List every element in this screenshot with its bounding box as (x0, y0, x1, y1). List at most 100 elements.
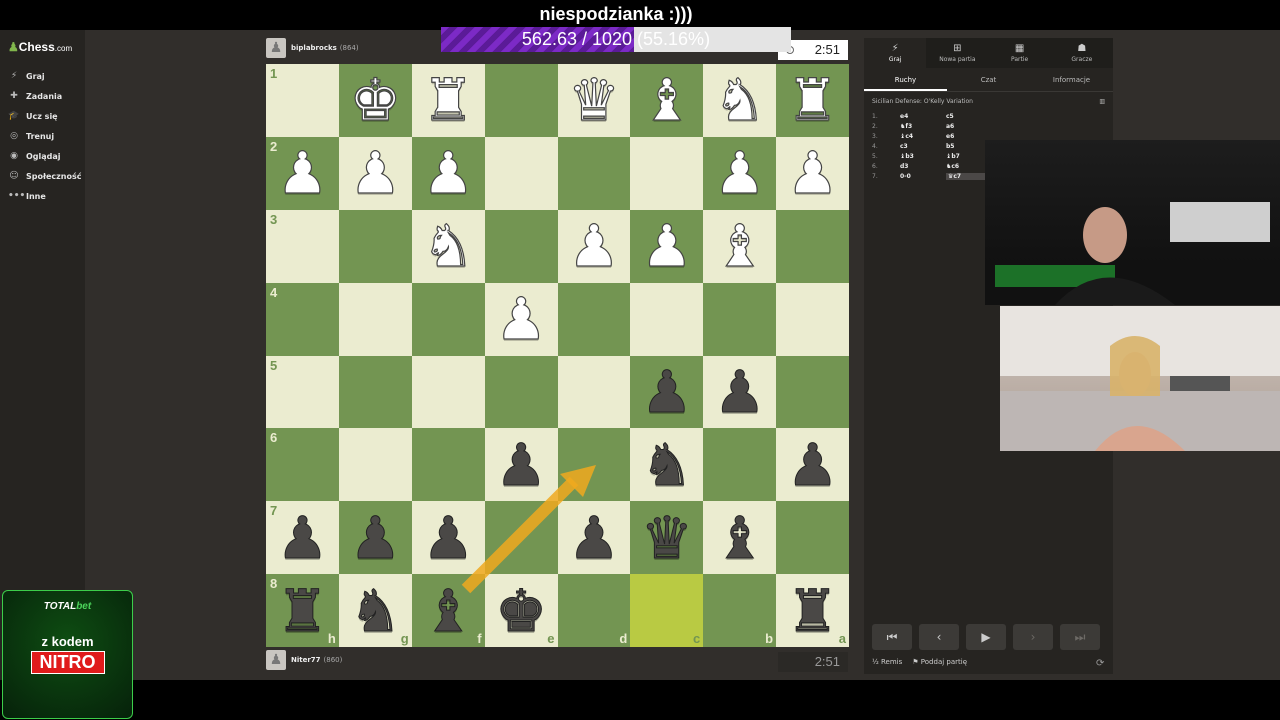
black-pawn-icon[interactable]: ♟ (786, 435, 839, 494)
next-move-button[interactable]: › (1013, 624, 1053, 650)
black-rook-icon[interactable]: ♜ (276, 581, 329, 640)
black-pawn-icon[interactable]: ♟ (567, 508, 620, 567)
black-bishop-icon[interactable]: ♝ (713, 508, 766, 567)
board-square[interactable]: ♟ (703, 355, 777, 429)
board-square[interactable] (776, 282, 849, 356)
board-square[interactable]: a ♜ (776, 574, 849, 647)
avatar[interactable]: ♟ (266, 650, 286, 670)
board-square[interactable]: 3 (266, 209, 339, 283)
board-square[interactable]: ♚ (338, 64, 412, 137)
white-move[interactable]: c3 (900, 143, 946, 150)
white-rook-icon[interactable]: ♜ (422, 71, 475, 130)
board-square[interactable]: c (630, 574, 704, 647)
white-move[interactable]: d3 (900, 163, 946, 170)
white-rook-icon[interactable]: ♜ (786, 71, 839, 130)
board-square[interactable]: ♟ (557, 209, 631, 283)
board-square[interactable]: g ♞ (338, 574, 412, 647)
board-square[interactable]: ♛ (557, 64, 631, 137)
board-square[interactable]: 7 ♟ (266, 501, 339, 575)
board-square[interactable] (411, 355, 485, 429)
black-move[interactable]: e6 (946, 133, 992, 140)
white-move[interactable]: ♝c4 (900, 133, 946, 140)
board-square[interactable] (338, 355, 412, 429)
white-pawn-icon[interactable]: ♟ (713, 144, 766, 203)
subtab-ruchy[interactable]: Ruchy (864, 68, 947, 91)
board-square[interactable]: 2 ♟ (266, 136, 339, 210)
board-square[interactable] (630, 282, 704, 356)
black-pawn-icon[interactable]: ♟ (640, 362, 693, 421)
board-square[interactable]: ♟ (630, 209, 704, 283)
sidebar-item-graj[interactable]: ⚡ Graj (8, 66, 81, 86)
board-square[interactable]: ♟ (411, 136, 485, 210)
board-square[interactable]: ♜ (411, 64, 485, 137)
board-square[interactable]: ♞ (703, 64, 777, 137)
board-square[interactable] (557, 428, 631, 502)
sidebar-item-ucz-się[interactable]: 🎓 Ucz się (8, 106, 81, 126)
board-square[interactable]: 5 (266, 355, 339, 429)
white-pawn-icon[interactable]: ♟ (786, 144, 839, 203)
white-pawn-icon[interactable]: ♟ (640, 217, 693, 276)
board-square[interactable] (338, 209, 412, 283)
board-square[interactable]: ♟ (703, 136, 777, 210)
white-knight-icon[interactable]: ♞ (422, 217, 475, 276)
sidebar-item-oglądaj[interactable]: ◉ Oglądaj (8, 146, 81, 166)
board-square[interactable] (630, 136, 704, 210)
board-square[interactable]: ♛ (630, 501, 704, 575)
tab-gracze[interactable]: ☗ Gracze (1051, 38, 1113, 68)
black-pawn-icon[interactable]: ♟ (495, 435, 548, 494)
black-king-icon[interactable]: ♚ (495, 581, 548, 640)
board-square[interactable] (484, 136, 558, 210)
board-square[interactable]: ♟ (630, 355, 704, 429)
tab-partie[interactable]: ▦ Partie (989, 38, 1051, 68)
black-rook-icon[interactable]: ♜ (786, 581, 839, 640)
board-square[interactable]: ♟ (484, 282, 558, 356)
player-name[interactable]: biplabrocks (291, 44, 337, 52)
white-king-icon[interactable]: ♚ (349, 71, 402, 130)
board-square[interactable] (484, 64, 558, 137)
board-square[interactable] (776, 355, 849, 429)
board-square[interactable]: e ♚ (484, 574, 558, 647)
board-square[interactable]: ♜ (776, 64, 849, 137)
board-square[interactable] (776, 501, 849, 575)
board-square[interactable]: 4 (266, 282, 339, 356)
sidebar-item-trenuj[interactable]: ◎ Trenuj (8, 126, 81, 146)
board-square[interactable]: ♟ (557, 501, 631, 575)
board-square[interactable]: 8 h ♜ (266, 574, 339, 647)
board-square[interactable]: ♟ (411, 501, 485, 575)
last-move-button[interactable]: ⏭ (1060, 624, 1100, 650)
board-square[interactable] (703, 428, 777, 502)
chesscom-logo[interactable]: ♟Chess.com (8, 40, 72, 54)
black-move[interactable]: c5 (946, 113, 992, 120)
player-name[interactable]: Niter77 (291, 656, 321, 664)
tab-nowa-partia[interactable]: ⊞ Nowa partia (926, 38, 988, 68)
black-queen-icon[interactable]: ♛ (640, 508, 693, 567)
board-square[interactable]: f ♝ (411, 574, 485, 647)
board-square[interactable]: ♟ (338, 501, 412, 575)
board-square[interactable] (411, 428, 485, 502)
board-square[interactable] (776, 209, 849, 283)
white-pawn-icon[interactable]: ♟ (422, 144, 475, 203)
avatar[interactable]: ♟ (266, 38, 286, 58)
white-move[interactable]: ♞f3 (900, 123, 946, 130)
chess-board[interactable]: 1 ♚ ♜ ♛ ♝ ♞ ♜ 2 ♟ ♟ ♟ ♟ ♟ 3 ♞ ♟ ♟ ♝ 4 ♟ 5 ♟ ♟ 6 ♟ ♞ ♟ 7 ♟ ♟ ♟ ♟ ♛ ♝ 8 h ♜ g ♞ f… (266, 64, 849, 647)
board-square[interactable]: ♟ (484, 428, 558, 502)
resign-button[interactable]: ⚑ Poddaj partię (912, 658, 967, 666)
sidebar-item-społeczność[interactable]: ☺ Społeczność (8, 166, 81, 186)
board-square[interactable]: ♞ (411, 209, 485, 283)
black-pawn-icon[interactable]: ♟ (276, 508, 329, 567)
board-square[interactable] (557, 136, 631, 210)
board-square[interactable] (484, 209, 558, 283)
sidebar-item-inne[interactable]: ••• Inne (8, 186, 81, 206)
board-square[interactable]: 1 (266, 64, 339, 137)
black-pawn-icon[interactable]: ♟ (349, 508, 402, 567)
board-square[interactable] (484, 501, 558, 575)
board-square[interactable]: 6 (266, 428, 339, 502)
board-square[interactable] (557, 282, 631, 356)
board-square[interactable]: b (703, 574, 777, 647)
white-pawn-icon[interactable]: ♟ (494, 289, 547, 348)
board-square[interactable]: ♞ (630, 428, 704, 502)
book-icon[interactable]: ▥ (1099, 98, 1105, 105)
first-move-button[interactable]: ⏮ (872, 624, 912, 650)
board-square[interactable] (338, 428, 412, 502)
white-bishop-icon[interactable]: ♝ (640, 71, 693, 130)
